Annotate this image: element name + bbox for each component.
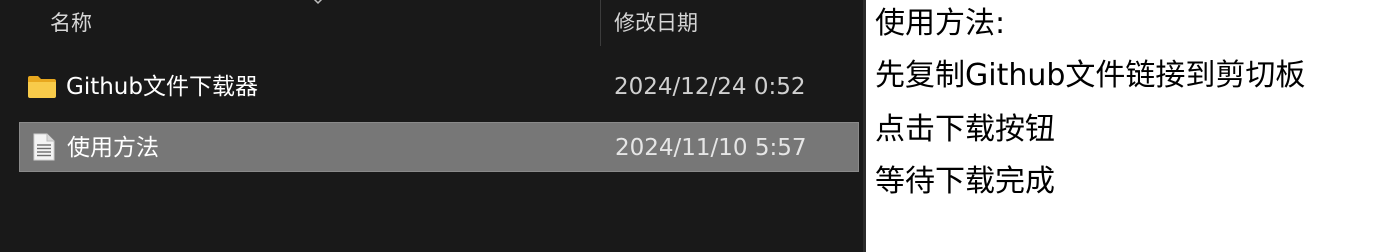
instruction-step-2: 点击下载按钮 [875,112,1055,147]
file-row-usage-instructions[interactable]: 使用方法 2024/11/10 5:57 [19,122,859,172]
column-header-name[interactable]: 名称 [50,8,92,38]
instructions-title: 使用方法: [875,6,1006,41]
instruction-step-1: 先复制Github文件链接到剪切板 [875,58,1306,93]
file-date-modified: 2024/11/10 5:57 [615,135,807,161]
instructions-text-panel: 使用方法: 先复制Github文件链接到剪切板 点击下载按钮 等待下载完成 [866,0,1392,252]
column-header-row: 名称 修改日期 [0,0,863,46]
file-row-github-downloader[interactable]: Github文件下载器 2024/12/24 0:52 [19,62,859,112]
sort-chevron-icon[interactable] [311,0,325,6]
instruction-step-3: 等待下载完成 [875,164,1055,199]
folder-icon [28,76,56,98]
file-date-modified: 2024/12/24 0:52 [614,74,806,100]
column-header-date-modified[interactable]: 修改日期 [614,8,698,38]
file-name: 使用方法 [67,135,159,161]
screenshot-root: 名称 修改日期 Github文件下载器 2024/12/24 0:52 使用方法 [0,0,1392,252]
file-name: Github文件下载器 [66,74,258,100]
text-file-icon [33,133,55,161]
column-separator[interactable] [600,0,601,46]
file-explorer-pane: 名称 修改日期 Github文件下载器 2024/12/24 0:52 使用方法 [0,0,863,252]
